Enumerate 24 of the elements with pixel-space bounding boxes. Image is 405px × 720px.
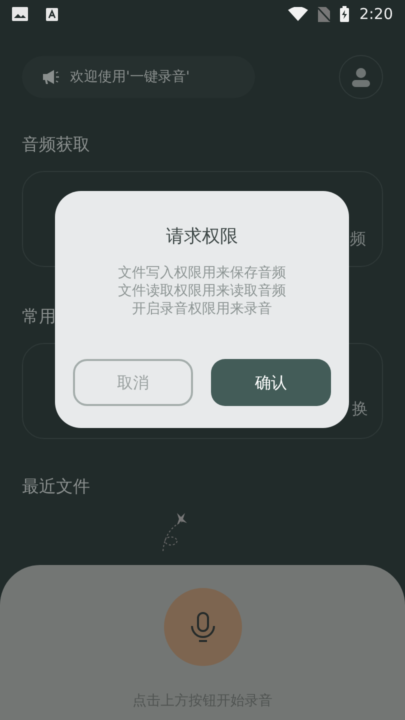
avatar-button[interactable] xyxy=(339,55,383,99)
section-title: 最近文件 xyxy=(22,476,90,499)
card-label: 频 xyxy=(350,228,366,250)
clock: 2:20 xyxy=(359,4,393,25)
dialog-title: 请求权限 xyxy=(166,225,238,249)
person-icon xyxy=(351,67,371,87)
notice-text: 欢迎使用'一键录音' xyxy=(70,68,190,86)
confirm-button[interactable]: 确认 xyxy=(211,359,331,406)
text-icon xyxy=(46,8,58,20)
microphone-icon xyxy=(188,611,216,643)
card-label: 换 xyxy=(352,398,368,420)
dialog-message: 文件写入权限用来保存音频 xyxy=(118,264,286,282)
satellite-drawing xyxy=(162,513,188,553)
section-title: 音频获取 xyxy=(22,134,90,157)
wifi-icon xyxy=(288,7,308,21)
dialog-message: 文件读取权限用来读取音频 xyxy=(118,282,286,300)
battery-icon xyxy=(340,6,350,22)
image-icon xyxy=(12,7,28,21)
cancel-button[interactable]: 取消 xyxy=(73,359,193,406)
no-sim-icon xyxy=(318,6,330,22)
dialog-message: 开启录音权限用来录音 xyxy=(132,300,272,318)
megaphone-icon xyxy=(42,69,60,85)
section-title: 常用 xyxy=(22,306,56,329)
notice-bar[interactable]: 欢迎使用'一键录音' xyxy=(22,56,255,98)
